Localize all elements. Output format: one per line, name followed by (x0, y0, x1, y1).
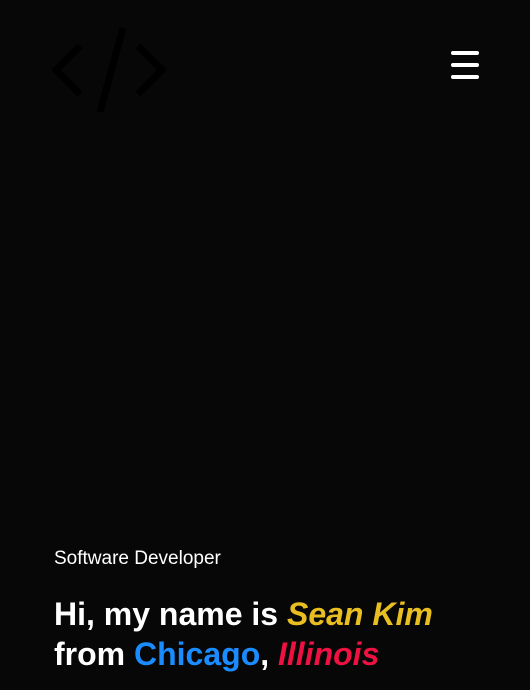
role-subtitle: Software Developer (54, 548, 221, 569)
headline-from: from (54, 636, 134, 672)
menu-bar (451, 63, 479, 67)
menu-bar (451, 75, 479, 79)
hero-headline: Hi, my name is Sean Kim from Chicago, Il… (54, 594, 433, 674)
headline-greeting: Hi, my name is (54, 596, 287, 632)
headline-state: Illinois (278, 636, 380, 672)
code-brackets-icon[interactable] (50, 24, 170, 116)
headline-line-1: Hi, my name is Sean Kim (54, 594, 433, 634)
hamburger-menu-icon[interactable] (448, 49, 482, 81)
headline-name: Sean Kim (286, 596, 433, 632)
page: Software Developer Hi, my name is Sean K… (0, 0, 530, 690)
menu-bar (451, 51, 479, 55)
headline-separator: , (260, 636, 279, 672)
headline-line-2: from Chicago, Illinois (54, 634, 433, 674)
headline-city: Chicago (134, 636, 261, 672)
